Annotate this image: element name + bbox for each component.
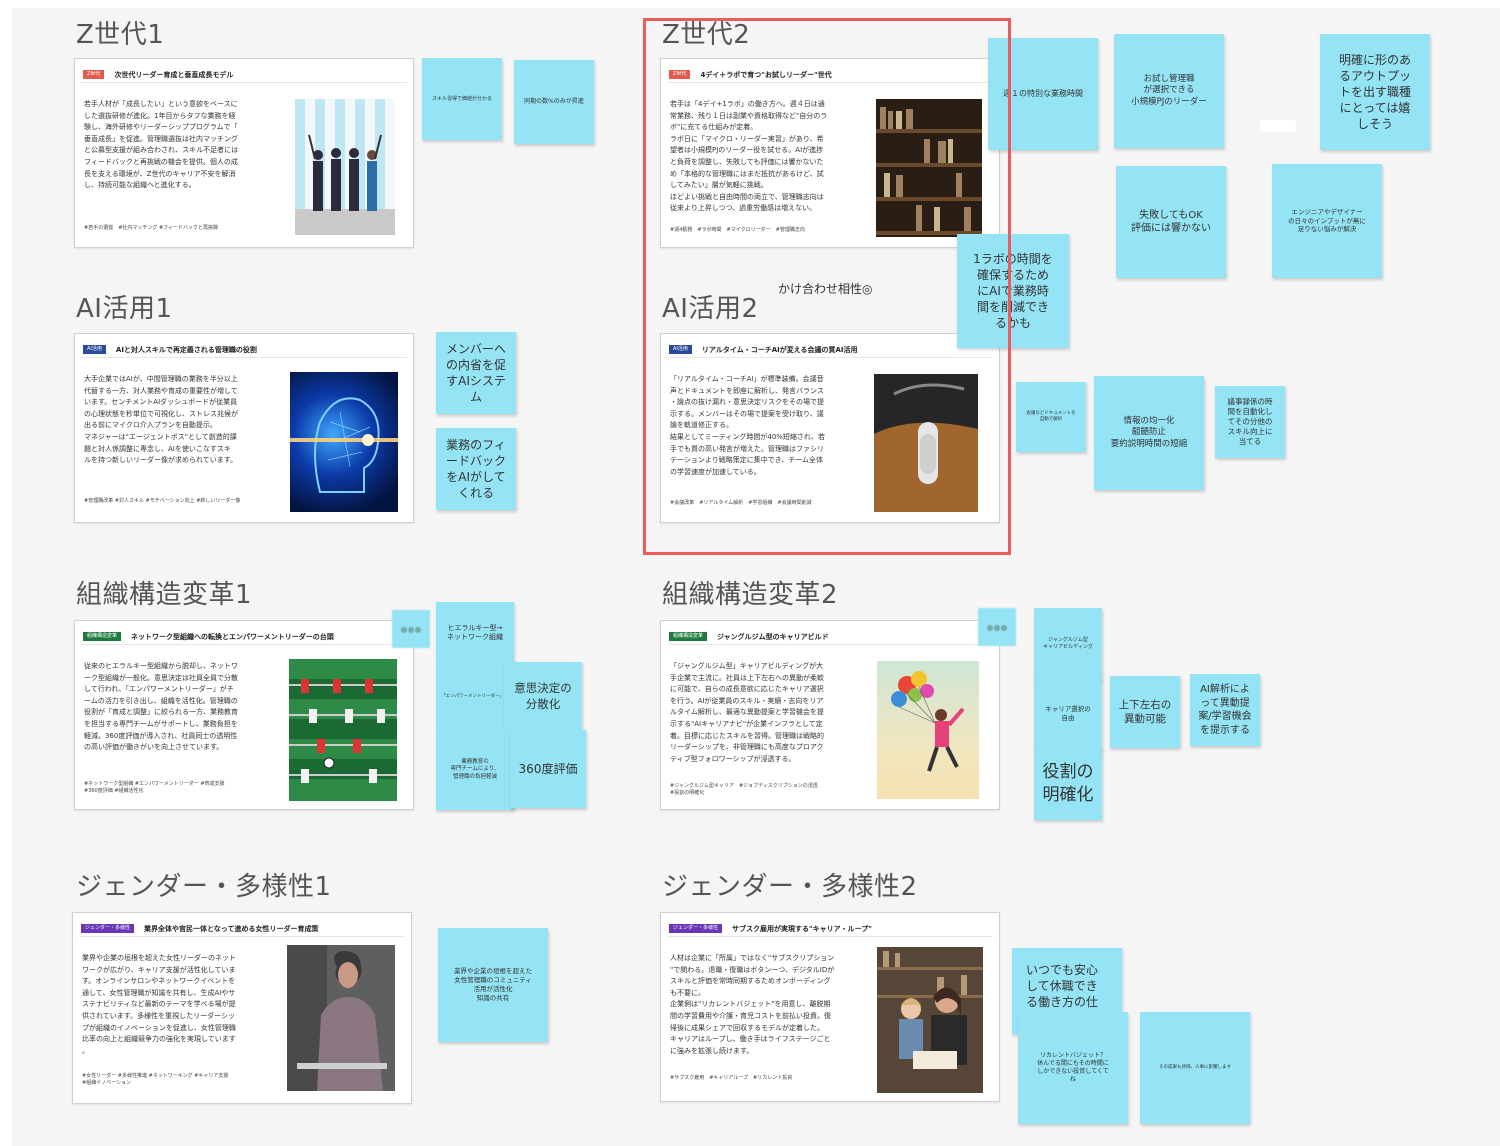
sticky-note[interactable]: エンジニアやデザイナー の日々のインプットが無に 足りない悩みが解決	[1272, 164, 1382, 278]
photo-women-celebrating	[295, 99, 395, 235]
card-tags: #会議改革 #リアルタイム解析 #学習組織 #会議時間削減	[670, 500, 812, 506]
card-tags: #女性リーダー #多様性推進 #ネットワーキング #キャリア支援 #組織イノベー…	[82, 1073, 229, 1086]
sticky-note[interactable]: メンバーへ の内省を促 すAIシステ ム	[436, 332, 516, 414]
sticky-note[interactable]: 同期の数%のみが昇進	[514, 60, 594, 144]
card-headline: AIと対人スキルで再定義される管理職の役割	[115, 345, 257, 354]
category-badge: 組織構造変革	[669, 632, 708, 641]
sticky-note[interactable]: 役割の 明確化	[1034, 748, 1102, 820]
photo-ai-head	[290, 372, 398, 512]
card-tags: #ジャングルジム型キャリア #ジョブディスクリプションの浸透 #役割の明確化	[670, 783, 818, 796]
sticky-note[interactable]: 1ラボの時間を 確保するため にAIで業務時 間を削減でき るかも	[957, 234, 1069, 348]
card-headline: 次世代リーダー育成と垂直成長モデル	[114, 70, 234, 79]
card-headline: ジャングルジム型のキャリアビルド	[717, 632, 829, 641]
sticky-note[interactable]: 業務教育の 専門チームにより、 管理職の負担軽減	[436, 730, 514, 810]
annotation-text[interactable]: かけ合わせ相性◎	[778, 280, 872, 297]
card-tags: #サブスク雇用 #キャリアループ #リカレント投資	[670, 1075, 793, 1081]
sticky-note[interactable]: 明確に形のあ るアウトプッ トを出す職種 にとっては嬉 しそう	[1320, 34, 1430, 150]
category-badge: Z世代	[669, 70, 691, 79]
photo-bookshelf	[876, 99, 982, 237]
card-body: 「リアルタイム・コーチAI」が標準装備。会議音 声とドキュメントを即座に解析し、発…	[670, 375, 825, 476]
section-title-z1[interactable]: Z世代1	[76, 14, 164, 51]
card-ai2[interactable]: AI活用 リアルタイム・コーチAIが変える会議の質AI活用 「リアルタイム・コー…	[660, 333, 1000, 523]
category-badge: ジェンダー・多様性	[669, 924, 723, 933]
photo-girl-balloons	[877, 661, 979, 799]
sticky-note[interactable]: 議事録係の時 間を自動化し てその分他の スキル向上に 当てる	[1215, 386, 1285, 458]
photo-smart-speaker	[874, 374, 978, 512]
card-gender1[interactable]: ジェンダー・多様性 業界全体や官民一体となって進める女性リーダー育成策 業界や企…	[72, 912, 412, 1104]
section-title-z2[interactable]: Z世代2	[662, 14, 750, 51]
card-headline: ネットワーク型組織への転換とエンパワーメントリーダーの台頭	[131, 632, 334, 641]
sticky-note[interactable]: 情報の均一化 齟齬防止 要約説明時間の短縮	[1094, 376, 1204, 490]
card-header: Z世代 4デイ＋ラボで育つ"お試しリーダー"世代	[667, 67, 993, 83]
card-body: 大手企業ではAIが、中間管理職の業務を半分以上 代替する一方、対人業務や育成の重要…	[84, 375, 238, 465]
section-title-org1[interactable]: 組織構造変革1	[76, 574, 252, 611]
section-title-ai1[interactable]: AI活用1	[76, 288, 173, 325]
sticky-note[interactable]: キャリア選択の 自由	[1034, 678, 1102, 750]
section-title-gender1[interactable]: ジェンダー・多様性1	[76, 866, 332, 903]
photo-businesswoman	[287, 945, 395, 1091]
sticky-note[interactable]: 業務のフィ ードバック をAIがして くれる	[436, 428, 516, 510]
card-body: 若手人材が「成長したい」という意欲をベースに した選抜研修が進化。1年目からタフな…	[84, 100, 239, 190]
card-z1[interactable]: Z世代 次世代リーダー育成と垂直成長モデル 若手人材が「成長したい」という意欲を…	[74, 58, 414, 248]
category-badge: Z世代	[83, 70, 105, 79]
photo-foosball	[289, 659, 397, 801]
blurred-sticky[interactable]: ●●●	[978, 608, 1016, 646]
sticky-note[interactable]: 週１の特別な業務時間	[988, 38, 1098, 150]
card-org1[interactable]: 組織構造変革 ネットワーク型組織への転換とエンパワーメントリーダーの台頭 従来の…	[74, 620, 414, 810]
card-tags: #週4勤務 #ラボ時間 #マイクロリーダー #管理職志向	[670, 227, 805, 233]
blurred-sticky[interactable]: ●●●	[392, 610, 430, 648]
blurred-fragment	[1260, 120, 1296, 132]
card-headline: 業界全体や官民一体となって進める女性リーダー育成策	[144, 924, 319, 933]
sticky-note[interactable]: スキル習得で価値が分かる	[422, 58, 502, 140]
photo-mother-child-reading	[877, 947, 983, 1093]
category-badge: AI活用	[83, 345, 106, 354]
section-title-ai2[interactable]: AI活用2	[662, 288, 759, 325]
card-body: 「ジャングルジム型」キャリアビルディングが大 手企業で主流に。社員は上下左右への異…	[670, 662, 824, 763]
card-headline: リアルタイム・コーチAIが変える会議の質AI活用	[701, 345, 858, 354]
card-body: 業界や企業の垣根を超えた女性リーダーのネット ワークが広がり、キャリア支援が活性化…	[82, 954, 236, 1055]
card-header: ジェンダー・多様性 サブスク雇用が実現する"キャリア・ループ"	[667, 921, 993, 937]
sticky-note[interactable]: その成果も評価、人事に影響します	[1140, 1012, 1250, 1124]
card-header: AI活用 AIと対人スキルで再定義される管理職の役割	[81, 342, 407, 358]
card-header: 組織構造変革 ネットワーク型組織への転換とエンパワーメントリーダーの台頭	[81, 629, 407, 645]
card-header: 組織構造変革 ジャングルジム型のキャリアビルド	[667, 629, 993, 645]
card-header: AI活用 リアルタイム・コーチAIが変える会議の質AI活用	[667, 342, 993, 358]
sticky-note[interactable]: 「エンパワーメントリーダー」??	[436, 664, 514, 730]
category-badge: 組織構造変革	[83, 632, 122, 641]
card-org2[interactable]: 組織構造変革 ジャングルジム型のキャリアビルド 「ジャングルジム型」キャリアビル…	[660, 620, 1000, 810]
sticky-note[interactable]: 失敗してもOK 評価には響かない	[1116, 166, 1226, 278]
sticky-note[interactable]: お試し管理職 が選択できる 小規模PJのリーダー	[1114, 34, 1224, 148]
sticky-note[interactable]: リカレントバジェット？ 休んでる間にもその時間に しかできない投資してくて ね	[1018, 1012, 1128, 1124]
sticky-note[interactable]: ヒエラルキー型→ ネットワーク組織	[436, 602, 514, 664]
card-body: 若手は「4デイ+1ラボ」の働き方へ。週４日は通 常業務、残り１日は副業や資格取得な…	[670, 100, 828, 213]
card-body: 人材は企業に「所属」ではなく"サブスクリプション "で関わる。退職・復職はボタン一…	[670, 954, 835, 1055]
sticky-note[interactable]: 会議などドキュメントを 自動で解析	[1016, 382, 1086, 452]
section-title-gender2[interactable]: ジェンダー・多様性2	[662, 866, 918, 903]
card-header: Z世代 次世代リーダー育成と垂直成長モデル	[81, 67, 407, 83]
card-headline: サブスク雇用が実現する"キャリア・ループ"	[732, 924, 872, 933]
sticky-note[interactable]: AI解析によ って異動提 案/学習機会 を提示する	[1190, 674, 1260, 746]
category-badge: AI活用	[669, 345, 692, 354]
whiteboard-canvas[interactable]: Z世代1 Z世代2 AI活用1 AI活用2 組織構造変革1 組織構造変革2 ジェ…	[12, 8, 1500, 1146]
sticky-note[interactable]: 業界や企業の垣根を超えた 女性管理職のコミュニティ 活用が活性化 知識の共有	[438, 928, 548, 1042]
sticky-note[interactable]: 360度評価	[510, 730, 586, 808]
card-tags: #ネットワーク型組織 #エンパワーメントリーダー #育成支援 #360度評価 #…	[84, 781, 225, 794]
section-title-org2[interactable]: 組織構造変革2	[662, 574, 838, 611]
card-tags: #若手の選抜 #社内マッチング #フィードバックと再挑戦	[84, 225, 219, 231]
category-badge: ジェンダー・多様性	[81, 924, 135, 933]
card-z2[interactable]: Z世代 4デイ＋ラボで育つ"お試しリーダー"世代 若手は「4デイ+1ラボ」の働き…	[660, 58, 1000, 248]
card-gender2[interactable]: ジェンダー・多様性 サブスク雇用が実現する"キャリア・ループ" 人材は企業に「所…	[660, 912, 1000, 1102]
sticky-note[interactable]: ジャングルジム型 キャリアビルディング	[1034, 608, 1102, 680]
card-header: ジェンダー・多様性 業界全体や官民一体となって進める女性リーダー育成策	[79, 921, 405, 937]
card-body: 従来のヒエラルキー型組織から脱却し、ネットワ ーク型組織が一般化。意思決定は社員全…	[84, 662, 238, 752]
sticky-note[interactable]: 上下左右の 異動可能	[1110, 676, 1180, 748]
sticky-note[interactable]: 意思決定の 分散化	[504, 662, 582, 732]
card-ai1[interactable]: AI活用 AIと対人スキルで再定義される管理職の役割 大手企業ではAIが、中間管…	[74, 333, 414, 523]
card-headline: 4デイ＋ラボで育つ"お試しリーダー"世代	[700, 70, 832, 79]
card-tags: #管理職改革 #対人スキル #モチベーション向上 #新しいリーダー像	[84, 498, 241, 504]
